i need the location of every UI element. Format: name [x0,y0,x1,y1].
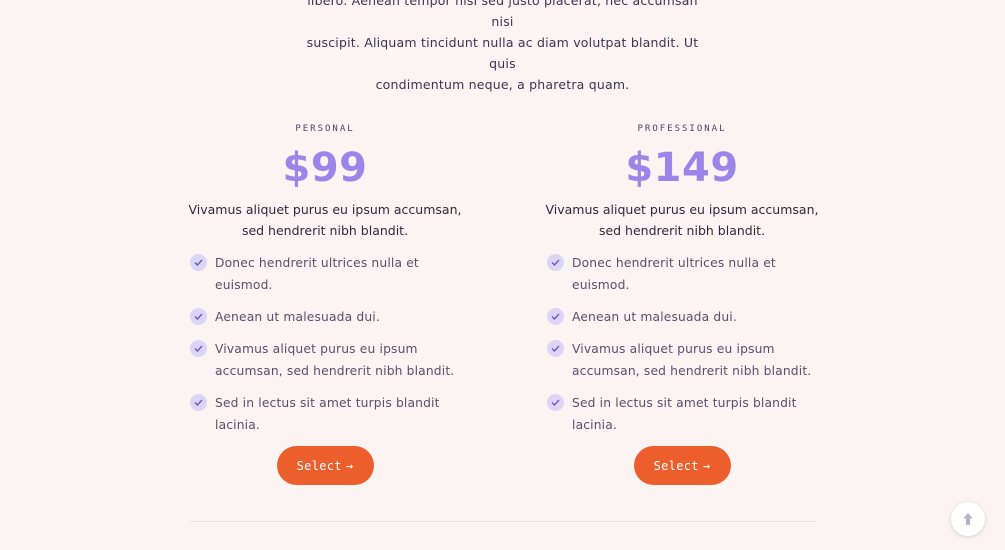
feature-text: Aenean ut malesuada dui. [572,310,737,324]
arrow-right-icon: → [702,458,711,473]
button-label: Select [653,458,699,473]
feature-item: Sed in lectus sit amet turpis blandit la… [190,392,470,436]
feature-text: Vivamus aliquet purus eu ipsum accumsan,… [572,342,812,378]
feature-item: Vivamus aliquet purus eu ipsum accumsan,… [547,338,827,382]
scroll-to-top-button[interactable] [951,502,985,536]
pricing-card-professional: PROFESSIONAL $149 Vivamus aliquet purus … [537,118,827,485]
select-button-professional[interactable]: Select → [633,446,731,485]
intro-text: libero. Aenean tempor nisl sed justo pla… [302,0,703,95]
feature-item: Vivamus aliquet purus eu ipsum accumsan,… [190,338,470,382]
plan-name: PROFESSIONAL [637,124,727,134]
intro-line: condimentum neque, a pharetra quam. [375,77,630,92]
check-icon [547,340,564,357]
arrow-right-icon: → [345,458,354,473]
feature-text: Vivamus aliquet purus eu ipsum accumsan,… [215,342,455,378]
check-icon [547,394,564,411]
plan-name: PERSONAL [295,124,355,134]
pricing-card-personal: PERSONAL $99 Vivamus aliquet purus eu ip… [180,118,470,485]
feature-item: Sed in lectus sit amet turpis blandit la… [547,392,827,436]
check-icon [190,340,207,357]
feature-item: Donec hendrerit ultrices nulla et euismo… [190,252,470,296]
arrow-up-icon [963,513,973,525]
feature-list: Donec hendrerit ultrices nulla et euismo… [537,252,827,436]
plan-description: Vivamus aliquet purus eu ipsum accumsan,… [545,202,819,238]
feature-text: Donec hendrerit ultrices nulla et euismo… [572,256,776,292]
feature-text: Sed in lectus sit amet turpis blandit la… [215,396,440,432]
check-icon [547,254,564,271]
plan-price: $99 [282,145,368,191]
feature-text: Aenean ut malesuada dui. [215,310,380,324]
check-icon [190,394,207,411]
feature-text: Donec hendrerit ultrices nulla et euismo… [215,256,419,292]
feature-item: Aenean ut malesuada dui. [190,306,470,328]
intro-line: libero. Aenean tempor nisl sed justo pla… [307,0,698,29]
feature-list: Donec hendrerit ultrices nulla et euismo… [180,252,470,436]
check-icon [190,254,207,271]
select-button-personal[interactable]: Select → [276,446,374,485]
feature-item: Donec hendrerit ultrices nulla et euismo… [547,252,827,296]
plan-description: Vivamus aliquet purus eu ipsum accumsan,… [188,202,462,238]
feature-text: Sed in lectus sit amet turpis blandit la… [572,396,797,432]
button-label: Select [296,458,342,473]
intro-line: suscipit. Aliquam tincidunt nulla ac dia… [306,35,699,71]
section-divider [190,521,816,522]
check-icon [190,308,207,325]
feature-item: Aenean ut malesuada dui. [547,306,827,328]
check-icon [547,308,564,325]
plan-price: $149 [625,145,739,191]
